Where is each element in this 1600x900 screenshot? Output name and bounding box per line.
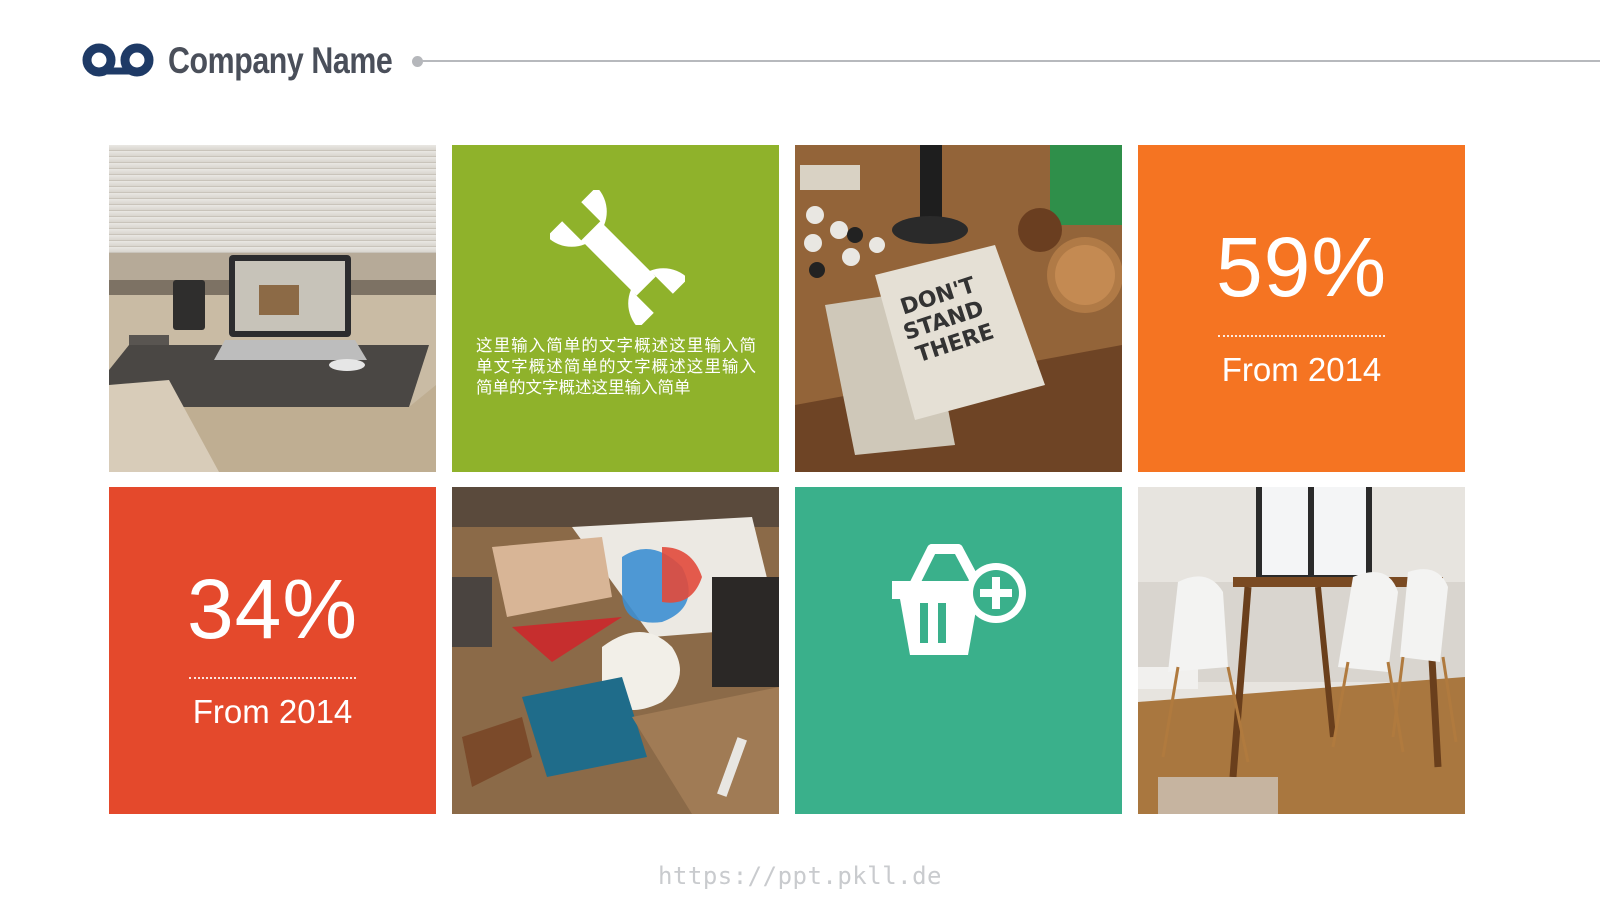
notebook-desk-photo: DON'T STAND THERE [795, 145, 1122, 472]
basket-add-icon [892, 544, 1026, 655]
voicemail-icon [82, 43, 154, 77]
stat-subtitle: From 2014 [1221, 351, 1382, 388]
stat-value: 59% [1215, 220, 1388, 314]
wrench-icon [550, 190, 685, 325]
stat-value: 34% [186, 562, 359, 656]
feature-tile-basket [795, 487, 1122, 814]
stat-divider [189, 677, 356, 679]
feature-description: 这里输入简单的文字概述这里输入简单文字概述简单的文字概述这里输入简单的文字概述这… [476, 336, 756, 397]
stat-divider [1218, 335, 1385, 337]
photo-tile-dining [1138, 487, 1465, 814]
dining-room-photo [1138, 487, 1465, 814]
company-name: Company Name [168, 40, 393, 81]
watermark-url: https://ppt.pkll.de [657, 862, 943, 890]
photo-tile-laptop [109, 145, 436, 472]
stat-subtitle: From 2014 [192, 693, 353, 730]
feature-tile-wrench: 这里输入简单的文字概述这里输入简单文字概述简单的文字概述这里输入简单的文字概述这… [452, 145, 779, 472]
photo-tile-notebook: DON'T STAND THERE [795, 145, 1122, 472]
stat-tile-34: 34% From 2014 [109, 487, 436, 814]
header-rule [422, 60, 1600, 62]
header: Company Name [80, 38, 1600, 84]
photo-tile-flatlay [452, 487, 779, 814]
stat-tile-59: 59% From 2014 [1138, 145, 1465, 472]
laptop-desk-photo [109, 145, 436, 472]
flatlay-table-photo [452, 487, 779, 814]
